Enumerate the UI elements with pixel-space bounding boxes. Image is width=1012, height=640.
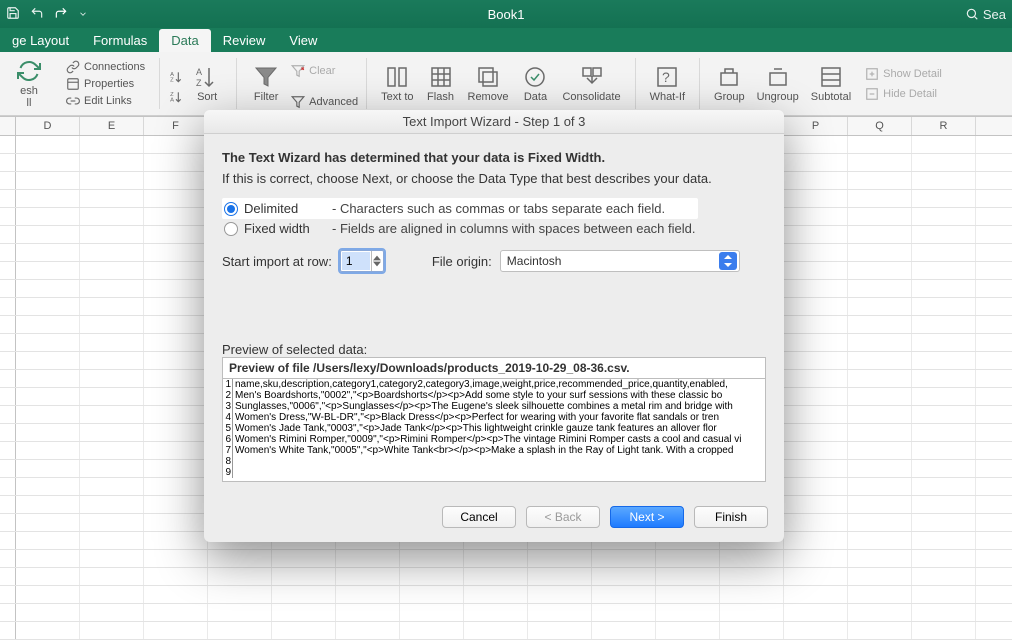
modal-backdrop: Text Import Wizard - Step 1 of 3 The Tex… <box>0 0 1012 622</box>
preview-line: Sunglasses,"0006","<p>Sunglasses</p><p>T… <box>233 401 733 412</box>
radio-fixed-label: Fixed width <box>244 221 326 236</box>
select-chevron-icon <box>719 252 737 270</box>
radio-fixed-width[interactable] <box>224 222 238 236</box>
finish-button[interactable]: Finish <box>694 506 768 528</box>
preview-line: Women's Dress,"W-BL-DR","<p>Black Dress<… <box>233 412 719 423</box>
start-row-input[interactable] <box>342 252 370 270</box>
cancel-button[interactable]: Cancel <box>442 506 516 528</box>
radio-fixed-row[interactable]: Fixed width - Fields are aligned in colu… <box>222 221 766 236</box>
file-origin-select[interactable]: Macintosh <box>500 250 740 272</box>
preview-line: name,sku,description,category1,category2… <box>233 379 728 390</box>
start-row-label: Start import at row: <box>222 254 332 269</box>
next-button[interactable]: Next > <box>610 506 684 528</box>
radio-fixed-desc: - Fields are aligned in columns with spa… <box>332 221 695 236</box>
radio-delimited-row[interactable]: Delimited - Characters such as commas or… <box>222 198 698 219</box>
preview-line <box>233 456 235 467</box>
preview-label: Preview of selected data: <box>222 342 766 357</box>
preview-line: Women's White Tank,"0005","<p>White Tank… <box>233 445 733 456</box>
preview-box: 1name,sku,description,category1,category… <box>222 378 766 482</box>
preview-line <box>233 467 235 478</box>
preview-line: Women's Jade Tank,"0003","<p>Jade Tank</… <box>233 423 717 434</box>
preview-line: Women's Rimini Romper,"0009","<p>Rimini … <box>233 434 742 445</box>
preview-file-title: Preview of file /Users/lexy/Downloads/pr… <box>222 357 766 378</box>
dialog-title: Text Import Wizard - Step 1 of 3 <box>204 110 784 134</box>
radio-delimited[interactable] <box>224 202 238 216</box>
dialog-subtext: If this is correct, choose Next, or choo… <box>222 171 766 186</box>
back-button: < Back <box>526 506 600 528</box>
start-row-spinner[interactable] <box>340 250 384 272</box>
stepper-down-icon[interactable] <box>373 261 381 267</box>
text-import-wizard-dialog: Text Import Wizard - Step 1 of 3 The Tex… <box>204 110 784 542</box>
file-origin-label: File origin: <box>432 254 492 269</box>
radio-delimited-label: Delimited <box>244 201 326 216</box>
preview-line: Men's Boardshorts,"0002","<p>Boardshorts… <box>233 390 722 401</box>
file-origin-value: Macintosh <box>507 254 562 268</box>
radio-delimited-desc: - Characters such as commas or tabs sepa… <box>332 201 665 216</box>
dialog-heading: The Text Wizard has determined that your… <box>222 150 766 165</box>
